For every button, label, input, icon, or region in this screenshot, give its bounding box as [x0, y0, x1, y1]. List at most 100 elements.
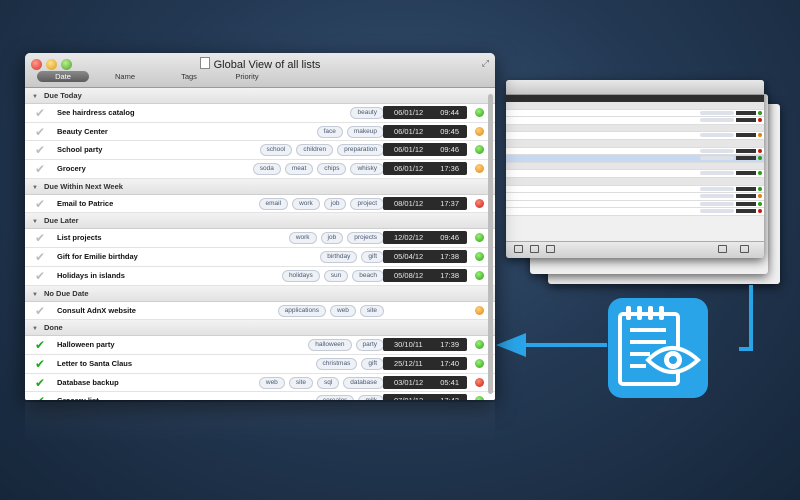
- tag-chip[interactable]: project: [350, 197, 384, 210]
- due-date-display[interactable]: 06/01/12 09:44: [383, 106, 467, 119]
- tag-chip[interactable]: web: [329, 304, 356, 317]
- due-date-display[interactable]: 05/04/12 17:38: [383, 250, 467, 264]
- tag-chip[interactable]: job: [320, 232, 344, 245]
- check-icon[interactable]: ✔: [35, 142, 45, 158]
- priority-dot-icon[interactable]: [475, 164, 484, 174]
- tag-chip[interactable]: database: [343, 376, 384, 389]
- tag-chip[interactable]: site: [359, 304, 384, 317]
- scrollbar[interactable]: [488, 94, 493, 394]
- check-icon[interactable]: ✔: [35, 303, 45, 319]
- priority-dot-icon[interactable]: [475, 377, 484, 387]
- tag-chip[interactable]: projects: [347, 232, 384, 245]
- priority-dot-icon[interactable]: [475, 126, 484, 136]
- tag-chip[interactable]: work: [288, 232, 317, 245]
- list-item[interactable]: ✔ List projects work job projects 12/02/12 09:…: [25, 229, 495, 249]
- due-date-display[interactable]: 06/01/12 09:45: [383, 124, 467, 138]
- list-item[interactable]: ✔ Beauty Center face makeup 06/01/12 09:45: [25, 122, 495, 142]
- priority-dot-icon[interactable]: [475, 396, 484, 400]
- list-item[interactable]: ✔ Letter to Santa Claus christmas gift 25/12…: [25, 354, 495, 374]
- check-icon[interactable]: ✔: [35, 124, 45, 140]
- tag-chip[interactable]: chips: [317, 163, 347, 176]
- tag-chip[interactable]: birthday: [320, 251, 358, 264]
- section-header[interactable]: ▼ No Due Date: [25, 285, 495, 302]
- disclosure-triangle-icon[interactable]: ▼: [32, 185, 38, 191]
- priority-dot-icon[interactable]: [475, 198, 484, 208]
- tab-tags[interactable]: Tags: [161, 71, 217, 82]
- priority-dot-icon[interactable]: [475, 252, 484, 262]
- tag-chip[interactable]: job: [323, 197, 347, 210]
- list-item[interactable]: ✔ See hairdress catalog beauty 06/01/12 09:4…: [25, 104, 495, 123]
- check-icon[interactable]: ✔: [35, 393, 45, 400]
- tag-chip[interactable]: meat: [284, 163, 314, 176]
- list-item[interactable]: ✔ Halloween party halloween party 30/10/11 17…: [25, 336, 495, 355]
- due-date-display[interactable]: 08/01/12 17:37: [383, 196, 467, 210]
- check-icon[interactable]: ✔: [35, 161, 45, 177]
- tag-chip[interactable]: sql: [316, 376, 340, 389]
- tab-name[interactable]: Name: [97, 71, 153, 82]
- check-icon[interactable]: ✔: [35, 337, 45, 353]
- priority-dot-icon[interactable]: [475, 233, 484, 243]
- tag-chip[interactable]: applications: [277, 304, 326, 317]
- due-date-display[interactable]: 12/02/12 09:46: [383, 231, 467, 245]
- check-icon[interactable]: ✔: [35, 230, 45, 246]
- list-item[interactable]: ✔ Grocery list cerealesmilk 07/01/12 17:43: [25, 392, 495, 400]
- list-item[interactable]: ✔ Email to Patrice email work job project 08/0…: [25, 194, 495, 214]
- tag-chip[interactable]: preparation: [337, 144, 384, 157]
- due-date-display[interactable]: 25/12/11 17:40: [383, 356, 467, 370]
- tag-chip[interactable]: school: [259, 144, 293, 157]
- disclosure-triangle-icon[interactable]: ▼: [32, 219, 38, 225]
- priority-dot-icon[interactable]: [475, 108, 484, 117]
- due-date-display[interactable]: 03/01/12 05:41: [383, 375, 467, 389]
- tag-chip[interactable]: web: [258, 376, 285, 389]
- check-icon[interactable]: ✔: [35, 105, 45, 121]
- tag-chip[interactable]: site: [288, 376, 313, 389]
- check-icon[interactable]: ✔: [35, 196, 45, 212]
- tag-chip[interactable]: gift: [361, 357, 384, 370]
- tag-chip[interactable]: makeup: [346, 125, 384, 138]
- priority-dot-icon[interactable]: [475, 340, 484, 350]
- list-item[interactable]: ✔ Holidays in islands holidays sun beach 05/0…: [25, 266, 495, 286]
- tag-chip[interactable]: gift: [361, 251, 384, 264]
- tag-chip[interactable]: email: [258, 197, 289, 210]
- disclosure-triangle-icon[interactable]: ▼: [32, 94, 38, 100]
- list-item[interactable]: ✔ School party school children preparation 06…: [25, 141, 495, 161]
- disclosure-triangle-icon[interactable]: ▼: [32, 326, 38, 332]
- tag-chip[interactable]: work: [292, 197, 320, 210]
- check-icon[interactable]: ✔: [35, 268, 45, 284]
- list-item[interactable]: ✔ Consult AdnX website applications web site: [25, 301, 495, 321]
- priority-dot-icon[interactable]: [475, 305, 484, 315]
- tag-chip[interactable]: christmas: [315, 357, 358, 370]
- check-icon[interactable]: ✔: [35, 249, 45, 265]
- list-item[interactable]: ✔ Database backup web site sql database 03/01/…: [25, 373, 495, 393]
- priority-dot-icon[interactable]: [475, 270, 484, 280]
- tag-chip[interactable]: children: [296, 144, 334, 157]
- list-item[interactable]: ✔ Grocery soda meat chips whisky 06/01/12 17:36: [25, 160, 495, 179]
- due-date-display[interactable]: 05/08/12 17:38: [383, 268, 467, 282]
- tag-chip[interactable]: holidays: [281, 269, 320, 282]
- section-header[interactable]: ▼ Done: [25, 320, 495, 337]
- tab-priority[interactable]: Priority: [219, 71, 275, 82]
- tag-chip[interactable]: beauty: [350, 107, 384, 119]
- tag-chip[interactable]: face: [316, 125, 343, 138]
- tag-chip[interactable]: whisky: [350, 163, 384, 176]
- tag-chip[interactable]: soda: [252, 163, 281, 176]
- check-icon[interactable]: ✔: [35, 375, 45, 391]
- due-date-display[interactable]: 30/10/11 17:39: [383, 338, 467, 352]
- tag-chip[interactable]: sun: [323, 269, 349, 282]
- section-header[interactable]: ▼ Due Within Next Week: [25, 178, 495, 195]
- disclosure-triangle-icon[interactable]: ▼: [32, 292, 38, 298]
- check-icon[interactable]: ✔: [35, 356, 45, 372]
- section-header[interactable]: ▼ Due Today: [25, 88, 495, 104]
- tag-chip[interactable]: cereales: [315, 395, 355, 400]
- tag-chip[interactable]: milk: [358, 395, 384, 400]
- section-header[interactable]: ▼ Due Later: [25, 213, 495, 230]
- tab-date[interactable]: Date: [37, 71, 89, 82]
- due-date-display[interactable]: 06/01/12 17:36: [383, 162, 467, 176]
- list-item[interactable]: ✔ Gift for Emilie birthday birthday gift 05/…: [25, 248, 495, 267]
- fullscreen-icon[interactable]: ⤢: [482, 58, 489, 69]
- priority-dot-icon[interactable]: [475, 358, 484, 368]
- due-date-display[interactable]: 07/01/12 17:43: [383, 394, 467, 400]
- tag-chip[interactable]: halloween: [308, 339, 352, 352]
- due-date-display[interactable]: 06/01/12 09:46: [383, 143, 467, 157]
- tag-chip[interactable]: beach: [352, 269, 384, 282]
